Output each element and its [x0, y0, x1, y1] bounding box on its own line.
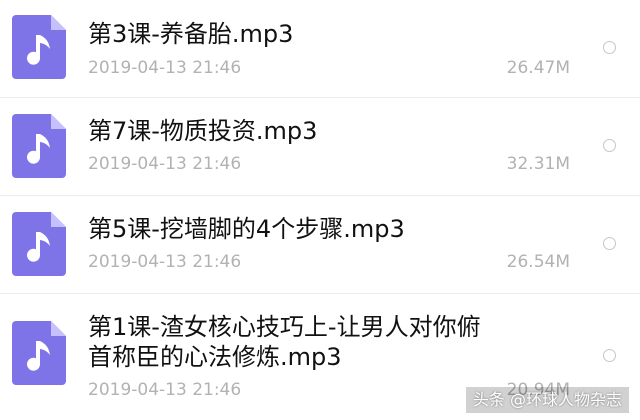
audio-file-list: 第3课-养备胎.mp3 2019-04-13 21:46 26.47M 第7课-… — [0, 0, 640, 420]
music-note-icon — [12, 321, 66, 385]
file-name: 第1课-渣女核心技巧上-让男人对你俯 首称臣的心法修炼.mp3 — [88, 313, 481, 371]
file-size: 32.31M — [506, 154, 570, 174]
music-note-icon — [12, 15, 66, 79]
file-date: 2019-04-13 21:46 — [88, 154, 242, 174]
watermark-text: 头条 @环球人物杂志 — [465, 387, 629, 413]
file-size: 26.47M — [506, 58, 570, 78]
file-row[interactable]: 第3课-养备胎.mp3 2019-04-13 21:46 26.47M — [0, 0, 640, 97]
music-note-icon — [12, 212, 66, 276]
file-date: 2019-04-13 21:46 — [88, 252, 242, 272]
file-date: 2019-04-13 21:46 — [88, 380, 242, 400]
select-radio[interactable] — [603, 41, 616, 54]
file-date: 2019-04-13 21:46 — [88, 58, 242, 78]
select-radio[interactable] — [603, 139, 616, 152]
file-name: 第5课-挖墙脚的4个步骤.mp3 — [88, 215, 405, 243]
file-name: 第7课-物质投资.mp3 — [88, 117, 318, 145]
music-note-icon — [12, 114, 66, 178]
select-radio[interactable] — [603, 349, 616, 362]
file-name: 第3课-养备胎.mp3 — [88, 20, 294, 48]
file-row[interactable]: 第7课-物质投资.mp3 2019-04-13 21:46 32.31M — [0, 97, 640, 195]
file-size: 26.54M — [506, 252, 570, 272]
select-radio[interactable] — [603, 237, 616, 250]
file-row[interactable]: 第5课-挖墙脚的4个步骤.mp3 2019-04-13 21:46 26.54M — [0, 195, 640, 293]
